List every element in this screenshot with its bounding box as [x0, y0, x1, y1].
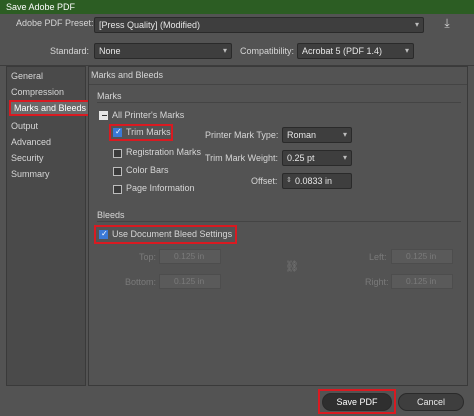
offset-input[interactable]: ⇕ 0.0833 in — [282, 173, 352, 189]
compatibility-label: Compatibility: — [240, 46, 295, 56]
registration-marks-label: Registration Marks — [126, 147, 202, 157]
trim-marks-label: Trim Marks — [126, 127, 171, 137]
panel-title: Marks and Bleeds — [91, 70, 164, 80]
standard-value: None — [99, 46, 121, 56]
sidebar-item-summary[interactable]: Summary — [11, 169, 50, 179]
chevron-down-icon: ▾ — [342, 130, 347, 139]
compatibility-value: Acrobat 5 (PDF 1.4) — [302, 46, 383, 56]
chevron-down-icon: ▾ — [222, 46, 227, 55]
printer-mark-type-label: Printer Mark Type: — [205, 130, 279, 140]
bleed-right-value: 0.125 in — [406, 276, 437, 286]
checkbox-empty-icon — [113, 149, 122, 158]
bleed-top-label: Top: — [139, 252, 157, 262]
panel-divider — [89, 84, 467, 85]
color-bars-checkbox[interactable] — [113, 167, 122, 178]
compatibility-select[interactable]: Acrobat 5 (PDF 1.4) ▾ — [297, 43, 414, 59]
checkbox-checked-icon — [113, 127, 122, 137]
checkbox-empty-icon — [113, 167, 122, 176]
standard-select[interactable]: None ▾ — [94, 43, 232, 59]
trim-mark-weight-label: Trim Mark Weight: — [205, 153, 279, 163]
link-chain-icon[interactable]: ⛓ — [285, 260, 299, 273]
window-title: Save Adobe PDF — [6, 2, 76, 12]
page-information-checkbox[interactable] — [113, 185, 122, 196]
all-printers-marks-checkbox[interactable] — [99, 111, 108, 122]
bleed-left-value: 0.125 in — [406, 251, 437, 261]
color-bars-label: Color Bars — [126, 165, 169, 175]
bleed-left-input[interactable]: 0.125 in — [391, 249, 453, 264]
bleed-bottom-label: Bottom: — [125, 277, 157, 287]
bleed-bottom-value: 0.125 in — [174, 276, 205, 286]
printer-mark-type-select[interactable]: Roman ▾ — [282, 127, 352, 143]
chevron-down-icon: ▾ — [414, 20, 419, 29]
sidebar-item-marks-and-bleeds[interactable]: Marks and Bleeds — [9, 100, 92, 116]
checkbox-empty-icon — [113, 185, 122, 194]
marks-divider — [97, 102, 461, 103]
use-document-bleed-label: Use Document Bleed Settings — [112, 229, 233, 239]
trim-marks-checkbox[interactable] — [113, 127, 122, 139]
trim-mark-weight-select[interactable]: 0.25 pt ▾ — [282, 150, 352, 166]
sidebar-item-security[interactable]: Security — [11, 153, 44, 163]
save-pdf-button[interactable]: Save PDF — [322, 393, 392, 411]
stepper-icon[interactable]: ⇕ — [286, 174, 292, 188]
sidebar: General Compression Marks and Bleeds Out… — [6, 66, 92, 386]
printer-mark-type-value: Roman — [287, 130, 317, 140]
bleed-top-value: 0.125 in — [174, 251, 205, 261]
bleed-right-input[interactable]: 0.125 in — [391, 274, 453, 289]
save-preset-icon[interactable]: ⤓ — [440, 16, 454, 30]
bleeds-section-title: Bleeds — [97, 210, 125, 220]
sidebar-item-advanced[interactable]: Advanced — [11, 137, 51, 147]
bleed-bottom-input[interactable]: 0.125 in — [159, 274, 221, 289]
checkbox-checked-icon — [99, 229, 108, 239]
registration-marks-checkbox[interactable] — [113, 149, 122, 160]
bleed-left-label: Left: — [369, 252, 387, 262]
bleed-top-input[interactable]: 0.125 in — [159, 249, 221, 264]
cancel-button[interactable]: Cancel — [398, 393, 464, 411]
preset-value: [Press Quality] (Modified) — [99, 20, 201, 30]
offset-value: 0.0833 in — [295, 176, 333, 186]
sidebar-item-output[interactable]: Output — [11, 121, 38, 131]
chevron-down-icon: ▾ — [342, 153, 347, 162]
sidebar-item-general[interactable]: General — [11, 71, 43, 81]
all-printers-marks-label: All Printer's Marks — [112, 110, 185, 120]
offset-label: Offset: — [251, 176, 278, 186]
checkbox-mixed-icon — [99, 111, 108, 120]
window-title-bar: Save Adobe PDF — [0, 0, 474, 14]
marks-and-bleeds-panel: Marks and Bleeds Marks All Printer's Mar… — [88, 66, 468, 386]
preset-select[interactable]: [Press Quality] (Modified) ▾ — [94, 17, 424, 33]
sidebar-item-compression[interactable]: Compression — [11, 87, 64, 97]
chevron-down-icon: ▾ — [404, 46, 409, 55]
standard-label: Standard: — [50, 46, 90, 56]
use-document-bleed-checkbox[interactable] — [99, 229, 108, 241]
bleeds-divider — [97, 221, 461, 222]
bleed-right-label: Right: — [365, 277, 389, 287]
preset-label: Adobe PDF Preset: — [16, 18, 94, 28]
marks-section-title: Marks — [97, 91, 122, 101]
trim-mark-weight-value: 0.25 pt — [287, 153, 315, 163]
page-information-label: Page Information — [126, 183, 195, 193]
